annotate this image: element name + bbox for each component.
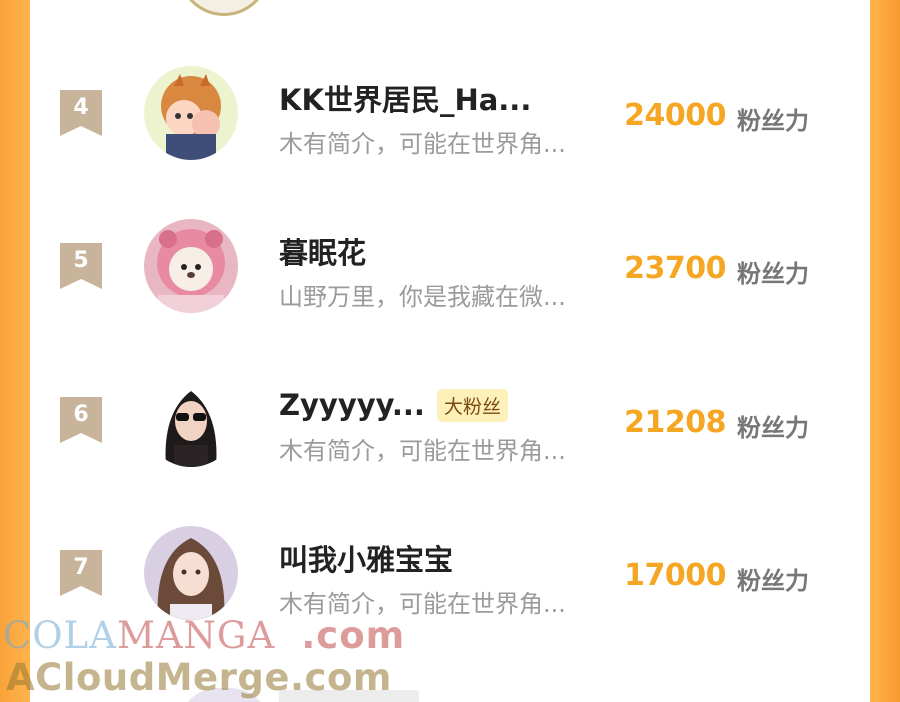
avatar-previous-row[interactable] xyxy=(178,0,270,16)
rank-badge: 7 xyxy=(60,550,102,596)
avatar[interactable] xyxy=(144,526,238,620)
fan-power-score: 24000 xyxy=(624,98,726,133)
fan-power-unit: 粉丝力 xyxy=(737,567,809,595)
ranking-row[interactable]: 4 KK世界居民_Ha... 木有简介，可能在世界角... 24000 粉丝力 xyxy=(30,66,870,176)
rank-badge: 5 xyxy=(60,243,102,289)
name-line: Zyyyyy... 大粉丝 xyxy=(279,385,508,425)
user-name[interactable]: Zyyyyy... xyxy=(279,388,425,422)
user-name[interactable]: KK世界居民_Ha... xyxy=(279,77,531,119)
user-bio: 木有简介，可能在世界角... xyxy=(279,590,566,618)
rank-badge: 6 xyxy=(60,397,102,443)
avatar[interactable] xyxy=(144,373,238,467)
name-line: 暮眠花 xyxy=(279,231,366,271)
user-name[interactable]: 叫我小雅宝宝 xyxy=(279,537,453,579)
ranking-row[interactable]: 7 叫我小雅宝宝 木有简介，可能在世界角... 17000 粉丝力 xyxy=(30,526,870,636)
fan-power-score: 23700 xyxy=(624,251,726,286)
user-name[interactable]: 暮眠花 xyxy=(279,230,366,272)
fan-ranking-card: 4 KK世界居民_Ha... 木有简介，可能在世界角... 24000 粉丝力 xyxy=(30,0,870,702)
ranking-row[interactable]: 6 Zyyyyy... 大粉丝 木有简介，可能在世界角... 21208 粉丝力 xyxy=(30,373,870,483)
rank-number: 7 xyxy=(73,555,89,580)
avatar[interactable] xyxy=(144,219,238,313)
name-line: KK世界居民_Ha... xyxy=(279,78,531,118)
ranking-row[interactable]: 5 暮眠花 山野万里，你是我藏在微... 23700 粉丝力 xyxy=(30,219,870,329)
rank-number: 5 xyxy=(73,248,89,273)
rank-badge: 4 xyxy=(60,90,102,136)
avatar[interactable] xyxy=(144,66,238,160)
rank-number: 6 xyxy=(73,402,89,427)
fan-power-score: 17000 xyxy=(624,558,726,593)
fan-power-unit: 粉丝力 xyxy=(737,260,809,288)
big-fan-badge: 大粉丝 xyxy=(436,388,508,422)
name-line: 叫我小雅宝宝 xyxy=(279,538,453,578)
user-bio: 山野万里，你是我藏在微... xyxy=(279,283,566,311)
user-bio: 木有简介，可能在世界角... xyxy=(279,437,566,465)
fan-power-score: 21208 xyxy=(624,405,726,440)
user-bio: 木有简介，可能在世界角... xyxy=(279,130,566,158)
rank-number: 4 xyxy=(73,95,89,120)
next-row-name-partial xyxy=(279,690,419,702)
fan-power-unit: 粉丝力 xyxy=(737,414,809,442)
avatar-next-row[interactable] xyxy=(178,688,270,702)
fan-power-unit: 粉丝力 xyxy=(737,107,809,135)
